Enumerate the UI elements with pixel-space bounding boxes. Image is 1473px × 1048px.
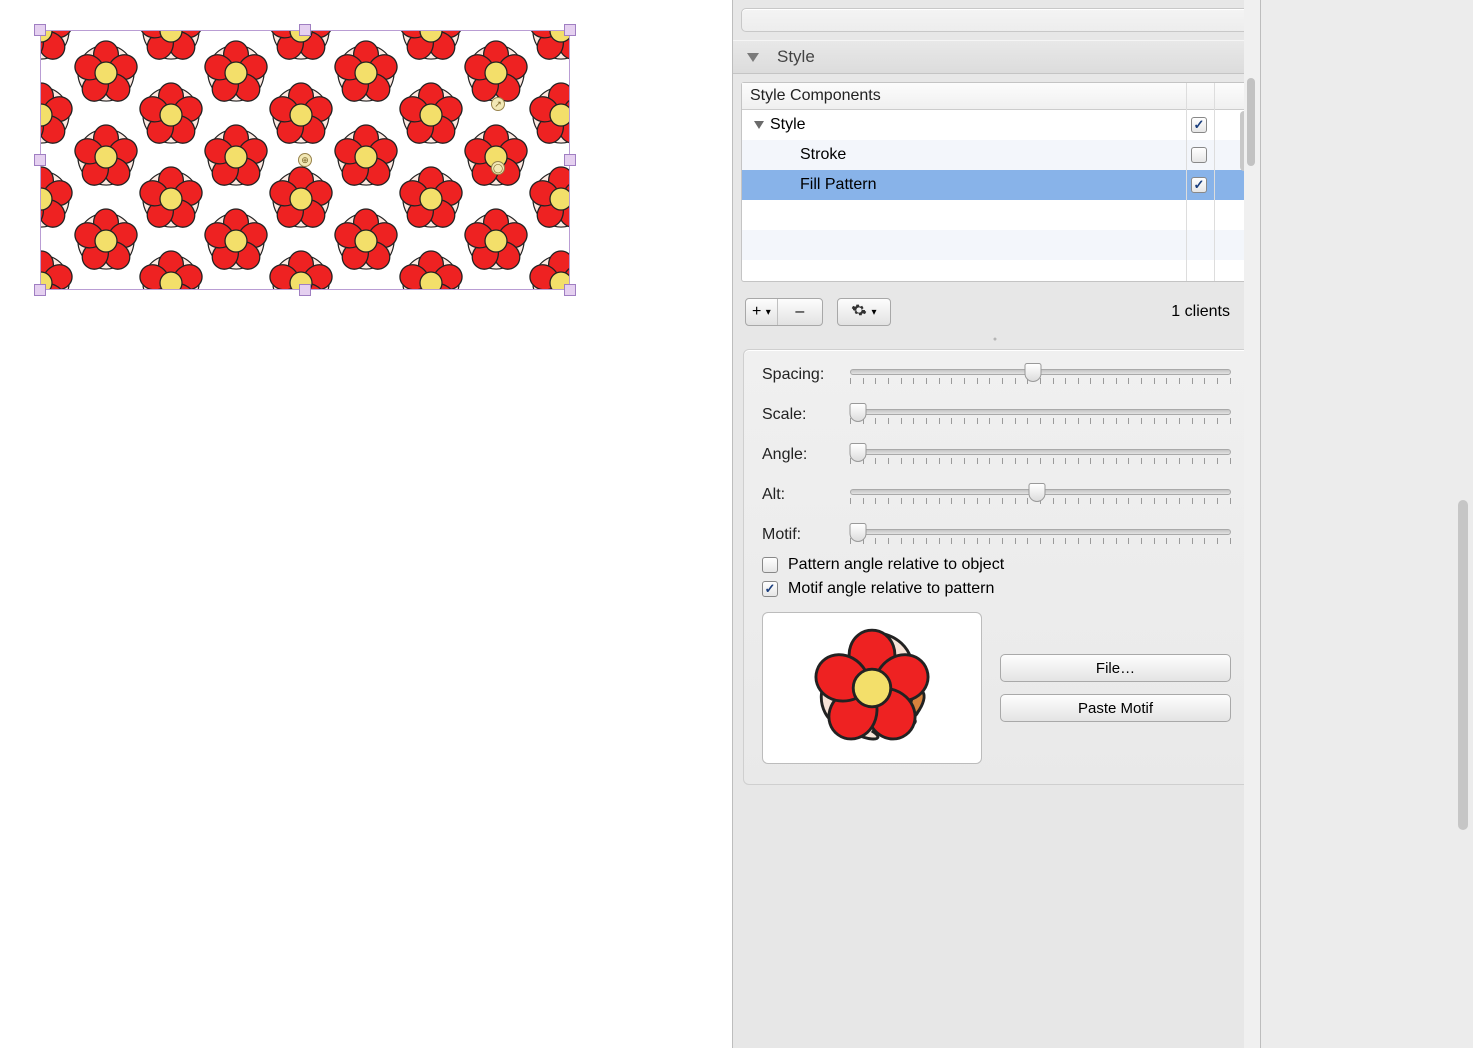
plus-icon: + xyxy=(752,303,761,321)
alt-slider-row: Alt: xyxy=(762,486,1231,504)
panel-grip-icon[interactable]: ● xyxy=(733,334,1260,343)
add-component-button[interactable]: + ▾ xyxy=(746,299,778,325)
resize-handle-se[interactable] xyxy=(564,284,576,296)
tree-row-style[interactable]: Style xyxy=(742,110,1251,140)
minus-icon: – xyxy=(795,303,804,321)
style-section-title: Style xyxy=(777,47,815,67)
file-button-label: File… xyxy=(1096,660,1135,677)
canvas-area: ⊕ ↗ ◯ xyxy=(0,0,732,1048)
gear-icon xyxy=(851,302,867,323)
slider-ticks xyxy=(850,378,1231,384)
motif-slider-row: Motif: xyxy=(762,526,1231,544)
sidebar-scrollbar[interactable] xyxy=(1244,0,1260,1048)
style-toolbar: + ▾ – ▾ 1 clients xyxy=(733,290,1260,334)
slider-thumb[interactable] xyxy=(849,523,866,542)
tree-row-label: Style xyxy=(770,116,1181,134)
tree-row-fill-pattern[interactable]: Fill Pattern xyxy=(742,170,1251,200)
collapsed-panel-top[interactable] xyxy=(741,8,1252,32)
clients-count: 1 clients xyxy=(1171,303,1248,321)
spacing-slider-row: Spacing: xyxy=(762,366,1231,384)
rotate-handle[interactable]: ↗ xyxy=(491,97,505,111)
inspector-sidebar: Style Style Components Style Stroke Fill… xyxy=(732,0,1261,1048)
fill-pattern-visible-checkbox[interactable] xyxy=(1191,177,1207,193)
angle-slider[interactable] xyxy=(850,446,1231,464)
style-section-header[interactable]: Style xyxy=(733,40,1260,74)
window-right-gutter xyxy=(1261,0,1473,1048)
file-button[interactable]: File… xyxy=(1000,654,1231,682)
add-remove-segment: + ▾ – xyxy=(745,298,823,326)
disclosure-triangle-icon xyxy=(754,121,764,129)
motif-relative-checkbox[interactable] xyxy=(762,581,778,597)
scale-slider-row: Scale: xyxy=(762,406,1231,424)
style-components-header: Style Components xyxy=(742,83,1251,110)
slider-thumb[interactable] xyxy=(849,443,866,462)
alt-slider[interactable] xyxy=(850,486,1231,504)
empty-row xyxy=(742,230,1251,260)
scrollbar-thumb[interactable] xyxy=(1247,78,1255,166)
resize-handle-w[interactable] xyxy=(34,154,46,166)
resize-handle-n[interactable] xyxy=(299,24,311,36)
slider-thumb[interactable] xyxy=(1024,363,1041,382)
style-components-list: Style Components Style Stroke Fill Patte… xyxy=(741,82,1252,282)
disclosure-triangle-icon xyxy=(747,53,759,62)
action-menu-button[interactable]: ▾ xyxy=(837,298,891,326)
alt-label: Alt: xyxy=(762,486,850,504)
paste-motif-button-label: Paste Motif xyxy=(1078,700,1153,717)
flower-motif-icon xyxy=(807,623,937,753)
scale-label: Scale: xyxy=(762,406,850,424)
tree-row-label: Fill Pattern xyxy=(800,176,1181,194)
pattern-relative-label: Pattern angle relative to object xyxy=(788,556,1004,574)
resize-handle-sw[interactable] xyxy=(34,284,46,296)
window-scrollbar-thumb[interactable] xyxy=(1458,500,1468,830)
remove-component-button[interactable]: – xyxy=(778,299,822,325)
slider-ticks xyxy=(850,538,1231,544)
empty-row xyxy=(742,200,1251,230)
slider-thumb[interactable] xyxy=(1028,483,1045,502)
resize-handle-e[interactable] xyxy=(564,154,576,166)
slider-thumb[interactable] xyxy=(849,403,866,422)
motif-relative-label: Motif angle relative to pattern xyxy=(788,580,994,598)
tree-row-stroke[interactable]: Stroke xyxy=(742,140,1251,170)
slider-ticks xyxy=(850,458,1231,464)
tree-row-label: Stroke xyxy=(800,146,1181,164)
scale-handle[interactable]: ◯ xyxy=(491,161,505,175)
pattern-relative-checkbox[interactable] xyxy=(762,557,778,573)
slider-ticks xyxy=(850,418,1231,424)
spacing-slider[interactable] xyxy=(850,366,1231,384)
resize-handle-ne[interactable] xyxy=(564,24,576,36)
chevron-down-icon: ▾ xyxy=(766,307,771,318)
scale-slider[interactable] xyxy=(850,406,1231,424)
pattern-relative-checkbox-row: Pattern angle relative to object xyxy=(762,556,1231,574)
resize-handle-s[interactable] xyxy=(299,284,311,296)
angle-label: Angle: xyxy=(762,446,850,464)
motif-slider[interactable] xyxy=(850,526,1231,544)
style-visible-checkbox[interactable] xyxy=(1191,117,1207,133)
chevron-down-icon: ▾ xyxy=(872,307,877,318)
spacing-label: Spacing: xyxy=(762,366,850,384)
fill-pattern-controls: Spacing: Scale: Angle: Alt: xyxy=(743,349,1250,785)
motif-label: Motif: xyxy=(762,526,850,544)
resize-handle-nw[interactable] xyxy=(34,24,46,36)
origin-handle[interactable]: ⊕ xyxy=(298,153,312,167)
motif-preview-well[interactable] xyxy=(762,612,982,764)
stroke-visible-checkbox[interactable] xyxy=(1191,147,1207,163)
paste-motif-button[interactable]: Paste Motif xyxy=(1000,694,1231,722)
angle-slider-row: Angle: xyxy=(762,446,1231,464)
motif-relative-checkbox-row: Motif angle relative to pattern xyxy=(762,580,1231,598)
